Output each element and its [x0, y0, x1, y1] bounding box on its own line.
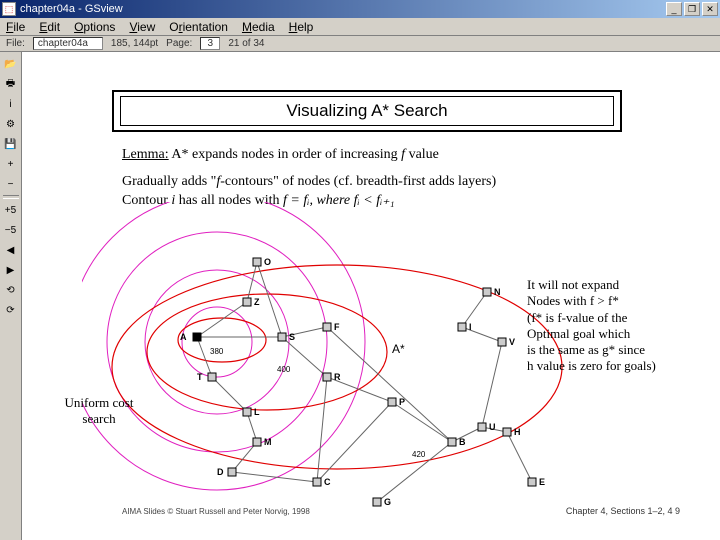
svg-text:V: V: [509, 337, 515, 347]
menu-orientation[interactable]: Orientation: [169, 20, 228, 34]
graph-nodes: O Z A S T L M D F R P C G B U H E V I N: [180, 257, 545, 507]
annotation-ucs: Uniform cost search: [64, 395, 134, 428]
citation-text: AIMA Slides © Stuart Russell and Peter N…: [122, 507, 310, 516]
cursor-dims: 185, 144pt: [111, 38, 158, 49]
zoom-minus-button[interactable]: −: [2, 175, 20, 193]
svg-text:A: A: [180, 332, 187, 342]
status-bar: File: chapter04a 185, 144pt Page: 3 21 o…: [0, 36, 720, 52]
slide-title-frame: Visualizing A* Search: [112, 90, 622, 132]
menu-options[interactable]: Options: [74, 20, 115, 34]
document-canvas[interactable]: Visualizing A* Search Lemma: A* expands …: [22, 52, 720, 540]
prev-page-button[interactable]: ◀: [2, 241, 20, 259]
svg-text:T: T: [197, 372, 203, 382]
work-area: 📂 🖶 i ⚙ 💾 + − +5 −5 ◀ ▶ ⟲ ⟳ Visualizing …: [0, 52, 720, 540]
window-titlebar: ⬚ chapter04a - GSview _ ❐ ✕: [0, 0, 720, 18]
zoom-in5-button[interactable]: +5: [2, 201, 20, 219]
edge-label-400: 400: [277, 365, 291, 374]
menu-edit[interactable]: Edit: [39, 20, 60, 34]
annotation-right: It will not expand Nodes with f > f* (f*…: [527, 277, 717, 375]
svg-text:L: L: [254, 407, 260, 417]
menubar: File Edit Options View Orientation Media…: [0, 18, 720, 36]
menu-help[interactable]: Help: [289, 20, 314, 34]
svg-text:U: U: [489, 422, 496, 432]
settings-button[interactable]: ⚙: [2, 115, 20, 133]
file-name: chapter04a: [33, 37, 103, 50]
chapter-footer: Chapter 4, Sections 1–2, 4 9: [566, 506, 680, 516]
svg-text:N: N: [494, 287, 501, 297]
zoom-plus-button[interactable]: +: [2, 155, 20, 173]
app-icon: ⬚: [2, 2, 16, 16]
edge-label-420: 420: [412, 450, 426, 459]
open-button[interactable]: 📂: [2, 55, 20, 73]
page-current[interactable]: 3: [200, 37, 220, 50]
svg-text:H: H: [514, 427, 521, 437]
lemma-text: A* expands nodes in order of increasing …: [171, 147, 439, 162]
edge-label-380: 380: [210, 347, 224, 356]
info-button[interactable]: i: [2, 95, 20, 113]
menu-view[interactable]: View: [129, 20, 155, 34]
svg-text:B: B: [459, 437, 466, 447]
svg-text:P: P: [399, 397, 405, 407]
page-total: 21 of 34: [228, 38, 264, 49]
toolbar-left: 📂 🖶 i ⚙ 💾 + − +5 −5 ◀ ▶ ⟲ ⟳: [0, 52, 22, 540]
ucs-contours: [82, 202, 365, 490]
svg-text:F: F: [334, 322, 340, 332]
svg-text:G: G: [384, 497, 391, 507]
svg-text:D: D: [217, 467, 224, 477]
page-label: Page:: [166, 38, 192, 49]
zoom-out5-button[interactable]: −5: [2, 221, 20, 239]
save-button[interactable]: 💾: [2, 135, 20, 153]
slide-title: Visualizing A* Search: [120, 96, 614, 126]
file-label: File:: [6, 38, 25, 49]
restore-button[interactable]: ❐: [684, 2, 700, 16]
svg-text:C: C: [324, 477, 331, 487]
forward-button[interactable]: ⟳: [2, 301, 20, 319]
next-page-button[interactable]: ▶: [2, 261, 20, 279]
back-button[interactable]: ⟲: [2, 281, 20, 299]
svg-text:S: S: [289, 332, 295, 342]
minimize-button[interactable]: _: [666, 2, 682, 16]
svg-text:Z: Z: [254, 297, 260, 307]
menu-media[interactable]: Media: [242, 20, 275, 34]
svg-text:M: M: [264, 437, 272, 447]
window-controls: _ ❐ ✕: [666, 2, 718, 16]
print-button[interactable]: 🖶: [2, 75, 20, 93]
body-line-1: Gradually adds "f-contours" of nodes (cf…: [122, 174, 496, 190]
window-title: chapter04a - GSview: [20, 3, 666, 15]
svg-text:O: O: [264, 257, 271, 267]
close-button[interactable]: ✕: [702, 2, 718, 16]
lemma-line: Lemma: A* expands nodes in order of incr…: [122, 147, 439, 163]
lemma-label: Lemma:: [122, 147, 169, 162]
annotation-astar: A*: [392, 342, 405, 357]
toolbar-separator: [3, 195, 19, 199]
menu-file[interactable]: File: [6, 20, 25, 34]
svg-text:I: I: [469, 322, 472, 332]
svg-text:E: E: [539, 477, 545, 487]
svg-text:R: R: [334, 372, 341, 382]
